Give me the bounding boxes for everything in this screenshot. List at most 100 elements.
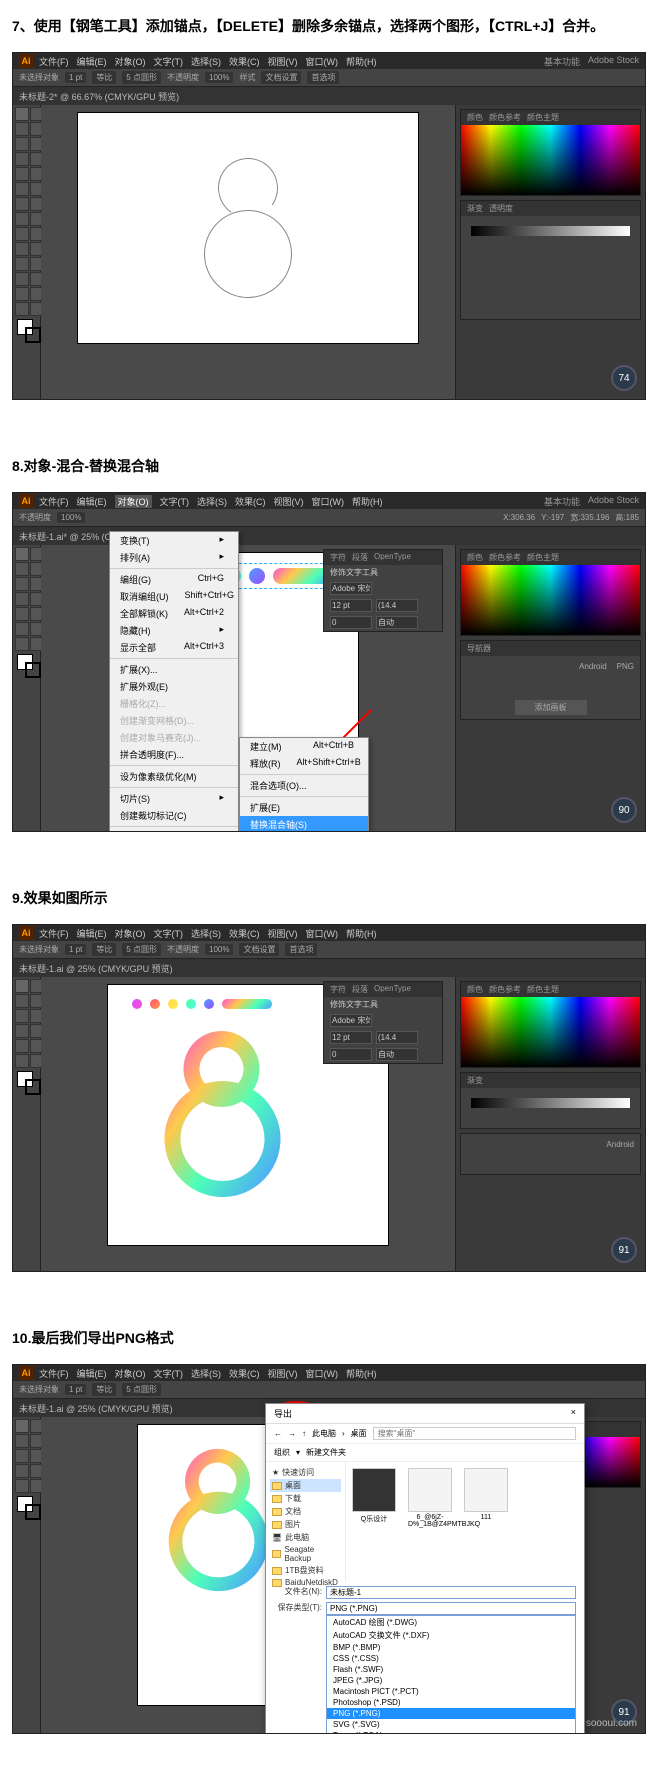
menu-help[interactable]: 帮助(H) [352, 495, 383, 508]
h-value[interactable]: 185 [626, 513, 639, 522]
mi-hide[interactable]: 隐藏(H) [110, 622, 238, 639]
menu-effect[interactable]: 效果(C) [229, 927, 260, 940]
workspace-dropdown[interactable]: 基本功能 [544, 495, 580, 508]
menu-file[interactable]: 文件(F) [39, 55, 69, 68]
magic-wand-tool-icon[interactable] [15, 122, 29, 136]
mi-replace-spine[interactable]: 替换混合轴(S) [240, 816, 368, 832]
stroke-weight[interactable]: 1 pt [65, 1384, 86, 1395]
color-spectrum[interactable] [461, 997, 640, 1067]
rectangle-tool-icon[interactable] [15, 167, 29, 181]
nav-pictures[interactable]: 图片 [270, 1518, 341, 1531]
mi-slice[interactable]: 切片(S) [110, 790, 238, 807]
mi-transform[interactable]: 变换(T) [110, 532, 238, 549]
prefs-button[interactable]: 首选项 [307, 71, 339, 84]
search-input[interactable] [373, 1427, 576, 1440]
mi-ungroup[interactable]: 取消编组(U)Shift+Ctrl+G [110, 588, 238, 605]
menu-file[interactable]: 文件(F) [39, 1367, 69, 1380]
opacity-value[interactable]: 100% [205, 72, 233, 83]
menu-window[interactable]: 窗口(W) [312, 495, 345, 508]
font-family-input[interactable] [330, 1014, 372, 1027]
selection-tool-icon[interactable] [15, 107, 29, 121]
doc-tab[interactable]: 未标题-1.ai @ 25% (CMYK/GPU 预览) [19, 962, 173, 975]
file-item[interactable]: Q乐设计 [352, 1468, 396, 1524]
mi-show-all[interactable]: 显示全部Alt+Ctrl+3 [110, 639, 238, 656]
mesh-tool-icon[interactable] [15, 242, 29, 256]
menu-help[interactable]: 帮助(H) [346, 1367, 377, 1380]
format-option[interactable]: Flash (*.SWF) [327, 1664, 575, 1675]
mi-path[interactable]: 路径(P) [110, 829, 238, 832]
fill-stroke-indicator[interactable] [17, 1071, 41, 1095]
adobe-stock-search[interactable]: Adobe Stock [588, 55, 639, 68]
menu-view[interactable]: 视图(V) [268, 55, 298, 68]
menu-effect[interactable]: 效果(C) [229, 55, 260, 68]
menu-view[interactable]: 视图(V) [274, 495, 304, 508]
brush-profile[interactable]: 5 点圆形 [122, 943, 161, 956]
brush-profile[interactable]: 5 点圆形 [122, 1383, 161, 1396]
tracking-input[interactable] [330, 1048, 372, 1061]
menu-select[interactable]: 选择(S) [191, 1367, 221, 1380]
nav-seagate[interactable]: Seagate Backup [270, 1544, 341, 1564]
menu-type[interactable]: 文字(T) [160, 495, 190, 508]
format-option[interactable]: CSS (*.CSS) [327, 1653, 575, 1664]
y-value[interactable]: -197 [548, 513, 564, 522]
prefs-button[interactable]: 首选项 [285, 943, 317, 956]
menu-help[interactable]: 帮助(H) [346, 927, 377, 940]
opacity-value[interactable]: 100% [205, 944, 233, 955]
format-option[interactable]: Macintosh PICT (*.PCT) [327, 1686, 575, 1697]
nav-thispc[interactable]: 🖥 此电脑 [270, 1531, 341, 1544]
uniform-scale[interactable]: 等比 [92, 71, 116, 84]
menu-edit[interactable]: 编辑(E) [77, 927, 107, 940]
artboard-tool-icon[interactable] [15, 287, 29, 301]
stroke-weight[interactable]: 1 pt [65, 72, 86, 83]
navigator-tab[interactable]: 导航器 [467, 643, 491, 654]
color-tab[interactable]: 颜色 [467, 552, 483, 563]
touch-type-button[interactable]: 修饰文字工具 [330, 999, 378, 1010]
menu-type[interactable]: 文字(T) [154, 927, 184, 940]
menu-view[interactable]: 视图(V) [268, 927, 298, 940]
path-desktop[interactable]: 桌面 [351, 1428, 367, 1439]
platform-dropdown[interactable]: Android [606, 1140, 634, 1149]
format-option[interactable]: AutoCAD 绘图 (*.DWG) [327, 1616, 575, 1629]
menu-object[interactable]: 对象(O) [115, 495, 152, 508]
gradient-tab[interactable]: 渐变 [467, 203, 483, 214]
transparency-tab[interactable]: 透明度 [489, 203, 513, 214]
gradient-tab[interactable]: 渐变 [467, 1075, 483, 1086]
para-tab[interactable]: 段落 [352, 552, 368, 563]
adobe-stock-search[interactable]: Adobe Stock [588, 495, 639, 508]
color-tab[interactable]: 颜色 [467, 984, 483, 995]
gradient-tool-icon[interactable] [15, 1464, 29, 1478]
menu-view[interactable]: 视图(V) [268, 1367, 298, 1380]
color-guide-tab[interactable]: 颜色参考 [489, 984, 521, 995]
uniform-scale[interactable]: 等比 [92, 1383, 116, 1396]
rotate-tool-icon[interactable] [15, 197, 29, 211]
add-artboard-button[interactable]: 添加画板 [515, 700, 587, 715]
fill-stroke-indicator[interactable] [17, 1496, 41, 1520]
menu-select[interactable]: 选择(S) [197, 495, 227, 508]
selection-tool-icon[interactable] [15, 547, 29, 561]
hand-tool-icon[interactable] [15, 637, 29, 651]
color-spectrum[interactable] [461, 125, 640, 195]
hand-tool-icon[interactable] [15, 1479, 29, 1493]
fill-stroke-indicator[interactable] [17, 654, 41, 678]
menu-file[interactable]: 文件(F) [39, 495, 69, 508]
organize-button[interactable]: 组织 [274, 1447, 290, 1458]
mi-blend-expand[interactable]: 扩展(E) [240, 799, 368, 816]
mi-arrange[interactable]: 排列(A) [110, 549, 238, 566]
para-tab[interactable]: 段落 [352, 984, 368, 995]
savetype-dropdown[interactable] [326, 1602, 576, 1615]
mi-group[interactable]: 编组(G)Ctrl+G [110, 571, 238, 588]
new-folder-button[interactable]: 新建文件夹 [306, 1447, 346, 1458]
rotate-tool-icon[interactable] [15, 1024, 29, 1038]
menu-select[interactable]: 选择(S) [191, 927, 221, 940]
symbol-sprayer-tool-icon[interactable] [15, 272, 29, 286]
selection-tool-icon[interactable] [15, 1419, 29, 1433]
mi-crop-marks[interactable]: 创建裁切标记(C) [110, 807, 238, 824]
pen-tool-icon[interactable] [15, 994, 29, 1008]
font-family-input[interactable] [330, 582, 372, 595]
menu-object[interactable]: 对象(O) [115, 927, 146, 940]
rectangle-tool-icon[interactable] [15, 1009, 29, 1023]
nav-1tb[interactable]: 1TB盘资料 [270, 1564, 341, 1577]
tracking-input[interactable] [330, 616, 372, 629]
up-icon[interactable]: ↑ [302, 1429, 306, 1438]
brush-profile[interactable]: 5 点圆形 [122, 71, 161, 84]
